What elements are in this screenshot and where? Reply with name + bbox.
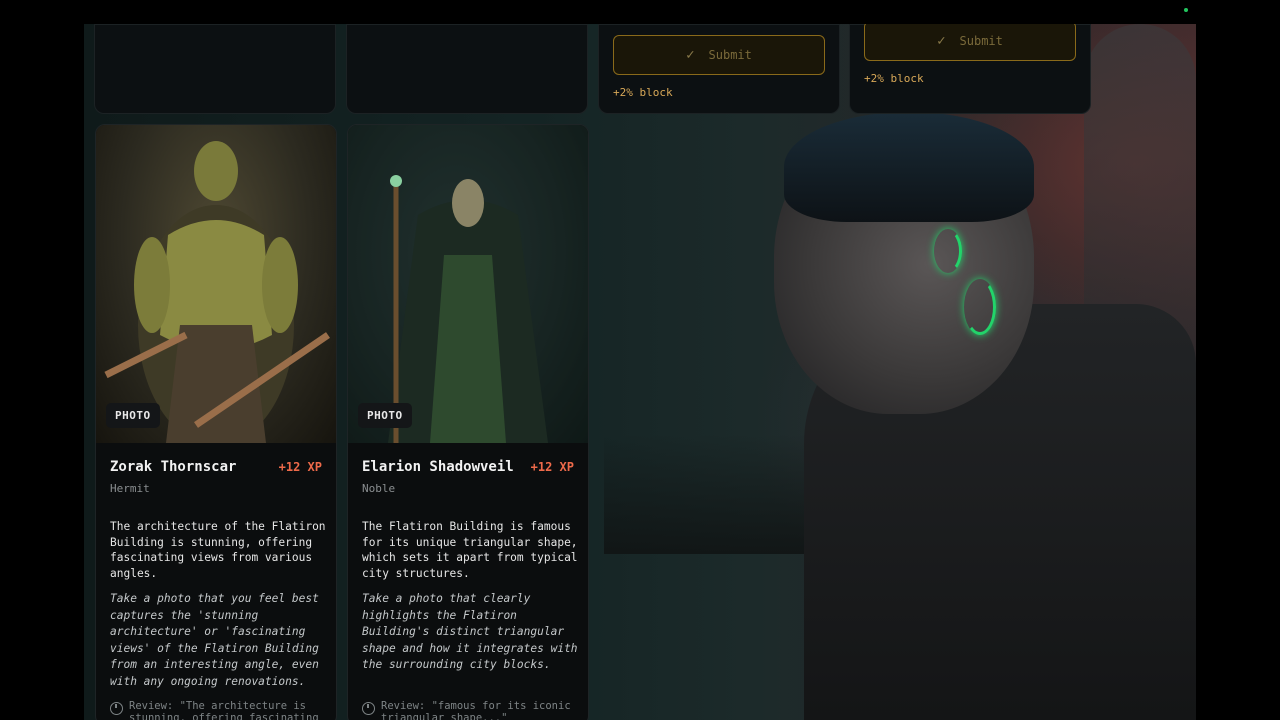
quest-task: Take a photo that you feel best captures… — [110, 592, 319, 688]
review-label: Review: "The architecture is stunning, o… — [129, 700, 319, 720]
photo-badge: PHOTO — [358, 403, 412, 428]
neon-implant — [964, 279, 996, 335]
quest-card-partial: ✓ Submit +2% block — [849, 24, 1091, 114]
quest-card[interactable]: PHOTO Elarion Shadowveil +12 XP Noble Th… — [347, 124, 589, 720]
check-icon: ✓ — [937, 33, 946, 49]
character-image — [96, 125, 336, 443]
app-frame: ✓ Submit +2% block ✓ Submit +2% block PH… — [84, 24, 1196, 720]
check-icon: ✓ — [686, 47, 695, 63]
character-role: Noble — [362, 482, 396, 495]
submit-button[interactable]: ✓ Submit — [864, 24, 1076, 61]
character-role: Hermit — [110, 482, 150, 495]
clock-icon — [362, 702, 375, 715]
xp-reward: +12 XP — [278, 460, 322, 474]
clock-icon — [110, 702, 123, 715]
submit-label: Submit — [959, 34, 1003, 48]
review-text: Review: "The architecture is stunning, o… — [110, 700, 326, 720]
bonus-text: +2% block — [864, 72, 924, 85]
xp-reward: +12 XP — [530, 460, 574, 474]
bonus-text: +2% block — [613, 86, 673, 99]
review-text: Review: "famous for its iconic triangula… — [362, 700, 578, 720]
background-figure-hair — [784, 112, 1034, 222]
character-name: Elarion Shadowveil — [362, 459, 514, 475]
photo-badge: PHOTO — [106, 403, 160, 428]
character-name: Zorak Thornscar — [110, 459, 237, 475]
neon-implant — [934, 229, 962, 273]
submit-label: Submit — [708, 48, 752, 62]
status-dot — [1184, 8, 1188, 12]
quest-description: The Flatiron Building is famous for its … — [362, 520, 578, 580]
submit-button[interactable]: ✓ Submit — [613, 35, 825, 75]
character-image — [348, 125, 588, 443]
quest-task: Take a photo that clearly highlights the… — [362, 592, 578, 672]
quest-description: The architecture of the Flatiron Buildin… — [110, 520, 326, 580]
review-label: Review: "famous for its iconic triangula… — [381, 700, 571, 720]
quest-card-partial — [94, 24, 336, 114]
quest-card-partial: ✓ Submit +2% block — [598, 24, 840, 114]
quest-card[interactable]: PHOTO Zorak Thornscar +12 XP Hermit The … — [95, 124, 337, 720]
quest-card-partial — [346, 24, 588, 114]
